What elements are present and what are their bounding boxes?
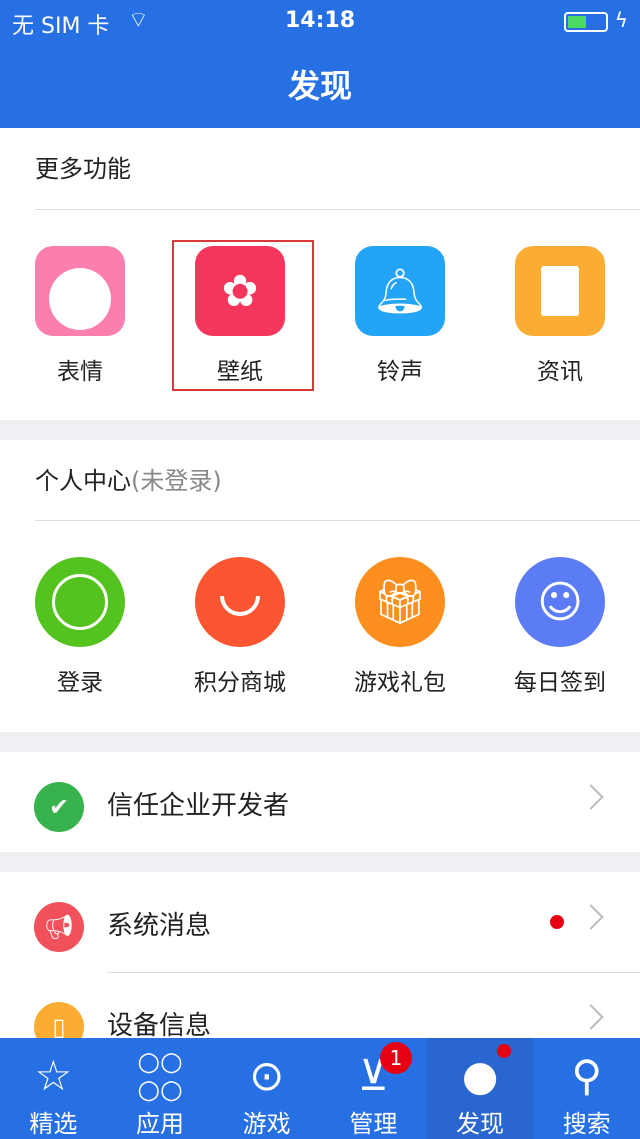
- unread-dot: [550, 915, 564, 929]
- gear-check-icon: ✔: [34, 782, 84, 832]
- personal-points-mall[interactable]: 积分商城: [160, 557, 320, 697]
- personal-center-section: 个人中心(未登录) 登录 积分商城 🎁︎ 游戏礼包 ☺ 每日签到: [0, 440, 640, 732]
- more-features-section: 更多功能 表情 ✿ 壁纸 🔔︎ 铃声 资讯: [0, 128, 640, 420]
- divider: [35, 209, 640, 210]
- row-label: 信任企业开发者: [107, 791, 290, 821]
- row-label: 系统消息: [107, 911, 212, 941]
- charging-icon: ϟ: [614, 8, 628, 32]
- tab-manage[interactable]: ⊻ 1 管理: [320, 1038, 427, 1139]
- tab-label: 精选: [29, 1110, 78, 1138]
- tab-label: 应用: [136, 1110, 184, 1138]
- chevron-right-icon: [578, 1004, 604, 1030]
- personal-login[interactable]: 登录: [0, 557, 160, 697]
- personal-label: 每日签到: [514, 670, 606, 696]
- tab-apps[interactable]: ○○ ○○ 应用: [107, 1038, 214, 1139]
- smile-arc-icon: [195, 557, 285, 647]
- personal-label: 游戏礼包: [354, 670, 446, 696]
- tab-search[interactable]: ⚲ 搜索: [533, 1038, 640, 1139]
- search-icon: ⚲: [571, 1051, 603, 1100]
- star-icon: ☆: [34, 1051, 73, 1100]
- feature-ringtone[interactable]: 🔔︎ 铃声: [320, 246, 480, 386]
- personal-daily-checkin[interactable]: ☺ 每日签到: [480, 557, 640, 697]
- compass-icon: ●: [461, 1051, 499, 1100]
- chevron-right-icon: [578, 784, 604, 810]
- row-label: 设备信息: [107, 1011, 212, 1041]
- tab-label: 游戏: [242, 1110, 291, 1138]
- notification-dot: [496, 1044, 511, 1058]
- document-icon: [515, 246, 605, 336]
- tab-games[interactable]: ⊙ 游戏: [213, 1038, 320, 1139]
- login-status: (未登录): [131, 467, 222, 495]
- divider: [107, 972, 640, 973]
- tab-label: 搜索: [562, 1110, 611, 1138]
- row-system-messages[interactable]: 📢︎ 系统消息: [0, 872, 640, 972]
- tab-discover[interactable]: ● 发现: [426, 1038, 534, 1139]
- row-trusted-developer[interactable]: ✔ 信任企业开发者: [0, 752, 640, 852]
- sign-face-icon: ☺: [515, 557, 605, 647]
- section-title: 更多功能: [35, 155, 131, 183]
- feature-label: 资讯: [537, 359, 583, 385]
- feature-label: 表情: [57, 359, 103, 385]
- page-title: 发现: [0, 44, 640, 128]
- megaphone-icon: 📢︎: [34, 902, 84, 952]
- section-title: 个人中心: [35, 467, 131, 495]
- bell-icon: 🔔︎: [355, 246, 445, 336]
- clock: 14:18: [284, 8, 356, 33]
- emoji-face-icon: [35, 246, 125, 336]
- battery-icon: [564, 12, 608, 32]
- divider: [35, 520, 640, 521]
- apps-icon: ○○ ○○: [137, 1047, 183, 1105]
- personal-label: 积分商城: [194, 670, 286, 696]
- tab-label: 发现: [456, 1110, 505, 1138]
- robot-icon: ⊙: [249, 1051, 285, 1100]
- feature-label: 铃声: [377, 359, 423, 385]
- chevron-right-icon: [578, 904, 604, 930]
- highlight-box: [172, 240, 314, 391]
- tab-bar: ☆ 精选 ○○ ○○ 应用 ⊙ 游戏 ⊻ 1 管理 ● 发现 ⚲ 搜索: [0, 1038, 640, 1139]
- status-bar: 无 SIM 卡 ⌔ 14:18 ϟ: [0, 0, 640, 44]
- feature-news[interactable]: 资讯: [480, 246, 640, 386]
- personal-game-gifts[interactable]: 🎁︎ 游戏礼包: [320, 557, 480, 697]
- tab-featured[interactable]: ☆ 精选: [0, 1038, 107, 1139]
- badge: 1: [380, 1042, 413, 1074]
- gift-icon: 🎁︎: [355, 557, 445, 647]
- personal-label: 登录: [57, 670, 103, 696]
- user-icon: [35, 557, 125, 647]
- feature-emoji[interactable]: 表情: [0, 246, 160, 386]
- tab-label: 管理: [349, 1110, 398, 1138]
